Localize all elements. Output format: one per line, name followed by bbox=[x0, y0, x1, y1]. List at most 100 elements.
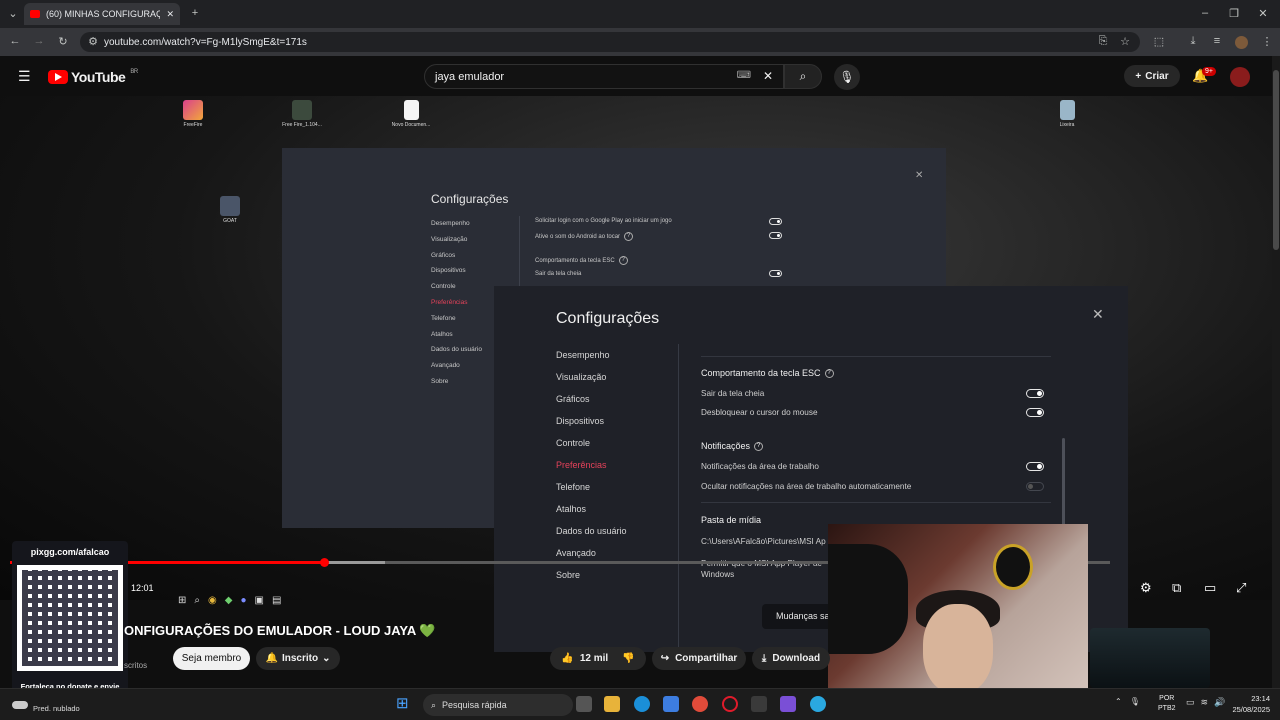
hamburger-menu-icon[interactable]: ☰ bbox=[18, 68, 31, 85]
desktop-icon-document[interactable]: Novo Documen... bbox=[391, 100, 431, 128]
menu-item-dados-usuario[interactable]: Dados do usuário bbox=[431, 346, 482, 362]
menu-item-sobre[interactable]: Sobre bbox=[431, 378, 482, 394]
subscribed-button[interactable]: 🔔 Inscrito ⌄ bbox=[256, 647, 340, 670]
recommended-video-thumbnail[interactable] bbox=[1090, 628, 1210, 688]
toggle-switch[interactable] bbox=[769, 232, 782, 239]
desktop-icon-freefire[interactable]: FreeFire bbox=[173, 100, 213, 128]
menu-item-visualizacao[interactable]: Visualização bbox=[431, 236, 482, 252]
desktop-icon-recycle-bin[interactable]: Lixeira bbox=[1047, 100, 1087, 128]
help-icon[interactable]: ? bbox=[624, 232, 634, 241]
miniplayer-icon[interactable]: ⧉ bbox=[1172, 580, 1181, 596]
tray-overflow-icon[interactable]: ⌃ bbox=[1115, 697, 1122, 706]
chrome-icon[interactable] bbox=[692, 696, 708, 712]
downloads-icon[interactable]: ⤓ bbox=[1186, 35, 1200, 48]
forward-icon[interactable]: → bbox=[32, 35, 46, 47]
toggle-exit-fullscreen[interactable] bbox=[1026, 389, 1044, 398]
desktop-icon-goat[interactable]: GOAT bbox=[210, 196, 250, 224]
toggle-hide-notifications[interactable] bbox=[1026, 482, 1044, 491]
menu-item-desempenho[interactable]: Desempenho bbox=[556, 348, 627, 370]
app-icon[interactable] bbox=[780, 696, 796, 712]
help-icon[interactable]: ? bbox=[618, 256, 628, 265]
menu-item-dispositivos[interactable]: Dispositivos bbox=[431, 267, 482, 283]
create-button[interactable]: + Criar bbox=[1124, 65, 1180, 87]
windows-start-icon[interactable]: ⊞ bbox=[396, 696, 412, 712]
theater-mode-icon[interactable]: ▭ bbox=[1204, 580, 1216, 596]
menu-item-preferencias[interactable]: Preferências bbox=[431, 299, 482, 315]
close-tab-icon[interactable]: ✕ bbox=[166, 9, 174, 20]
install-app-icon[interactable]: ⎘ bbox=[1096, 35, 1110, 48]
close-window-icon[interactable]: ✕ bbox=[1256, 7, 1270, 20]
menu-item-avancado[interactable]: Avançado bbox=[431, 362, 482, 378]
toggle-switch[interactable] bbox=[769, 218, 782, 225]
new-tab-icon[interactable]: + bbox=[188, 7, 202, 19]
app-icon[interactable] bbox=[810, 696, 826, 712]
menu-item-telefone[interactable]: Telefone bbox=[431, 315, 482, 331]
url-input[interactable]: youtube.com/watch?v=Fg-M1lySmgE&t=171s bbox=[80, 32, 1140, 52]
menu-item-avancado[interactable]: Avançado bbox=[556, 546, 627, 568]
extensions-icon[interactable]: ⬚ bbox=[1152, 35, 1166, 48]
toggle-desktop-notifications[interactable] bbox=[1026, 462, 1044, 471]
toggle-unlock-cursor[interactable] bbox=[1026, 408, 1044, 417]
toggle-switch[interactable] bbox=[769, 270, 782, 277]
settings-gear-icon[interactable]: ⚙ bbox=[1140, 580, 1152, 596]
reload-icon[interactable]: ↻ bbox=[56, 35, 70, 48]
share-button[interactable]: ↪ Compartilhar bbox=[652, 647, 746, 670]
help-icon[interactable]: ? bbox=[824, 369, 834, 379]
clear-search-icon[interactable]: ✕ bbox=[763, 69, 773, 83]
media-folder-path[interactable]: C:\Users\AFalcão\Pictures\MSI Ap bbox=[701, 537, 826, 546]
menu-item-desempenho[interactable]: Desempenho bbox=[431, 220, 482, 236]
taskbar-search[interactable]: ⌕ Pesquisa rápida bbox=[423, 694, 573, 716]
youtube-logo[interactable]: YouTube BR bbox=[48, 69, 138, 85]
join-button[interactable]: Seja membro bbox=[173, 647, 250, 670]
menu-item-visualizacao[interactable]: Visualização bbox=[556, 370, 627, 392]
account-avatar[interactable] bbox=[1230, 67, 1250, 87]
menu-item-telefone[interactable]: Telefone bbox=[556, 480, 627, 502]
menu-item-graficos[interactable]: Gráficos bbox=[431, 252, 482, 268]
task-view-icon[interactable] bbox=[576, 696, 592, 712]
fullscreen-icon[interactable]: ⤢ bbox=[1236, 580, 1246, 596]
menu-item-dados-usuario[interactable]: Dados do usuário bbox=[556, 524, 627, 546]
tab-search-icon[interactable]: ⌄ bbox=[6, 7, 20, 20]
site-info-icon[interactable]: ⚙ bbox=[86, 35, 100, 48]
search-button[interactable]: ⌕ bbox=[784, 64, 822, 89]
back-icon[interactable]: ← bbox=[8, 35, 22, 47]
reading-list-icon[interactable]: ≡ bbox=[1210, 35, 1224, 47]
taskbar-clock[interactable]: 23:14 25/08/2025 bbox=[1224, 693, 1270, 715]
edge-icon[interactable] bbox=[634, 696, 650, 712]
dislike-icon[interactable]: 👎 bbox=[622, 653, 634, 664]
restore-icon[interactable]: ❐ bbox=[1227, 7, 1241, 20]
menu-item-sobre[interactable]: Sobre bbox=[556, 568, 627, 590]
scrollbar[interactable] bbox=[1062, 438, 1065, 528]
keyboard-icon[interactable]: ⌨ bbox=[737, 70, 751, 81]
menu-item-dispositivos[interactable]: Dispositivos bbox=[556, 414, 627, 436]
menu-item-graficos[interactable]: Gráficos bbox=[556, 392, 627, 414]
voice-search-button[interactable]: 🎙 bbox=[834, 64, 860, 90]
store-icon[interactable] bbox=[663, 696, 679, 712]
menu-item-preferencias[interactable]: Preferências bbox=[556, 458, 627, 480]
weather-text[interactable]: Pred. nublado bbox=[33, 704, 80, 713]
download-button[interactable]: ⤓ Download bbox=[752, 647, 830, 670]
language-indicator[interactable]: POR PTB2 bbox=[1158, 694, 1176, 714]
browser-menu-icon[interactable]: ⋮ bbox=[1260, 35, 1274, 48]
menu-item-atalhos[interactable]: Atalhos bbox=[431, 331, 482, 347]
wifi-icon[interactable]: ≋ bbox=[1201, 697, 1209, 708]
opera-icon[interactable] bbox=[722, 696, 738, 712]
like-count[interactable]: 12 mil bbox=[580, 653, 608, 664]
menu-item-controle[interactable]: Controle bbox=[556, 436, 627, 458]
profile-avatar-icon[interactable] bbox=[1235, 36, 1248, 49]
microphone-icon[interactable]: 🎙 bbox=[1130, 697, 1140, 706]
network-icon[interactable]: ▭ bbox=[1186, 697, 1195, 708]
bookmark-star-icon[interactable]: ☆ bbox=[1118, 35, 1132, 48]
close-icon[interactable]: ✕ bbox=[1092, 306, 1104, 323]
help-icon[interactable]: ? bbox=[754, 442, 764, 452]
menu-item-atalhos[interactable]: Atalhos bbox=[556, 502, 627, 524]
progress-scrubber[interactable] bbox=[319, 558, 329, 567]
like-icon[interactable]: 👍 bbox=[561, 653, 573, 664]
file-explorer-icon[interactable] bbox=[604, 696, 620, 712]
search-input[interactable]: jaya emulador ⌨ ✕ bbox=[424, 64, 784, 89]
browser-tab[interactable]: (60) MINHAS CONFIGURAÇÕES ✕ bbox=[24, 3, 180, 25]
page-scrollbar-thumb[interactable] bbox=[1273, 70, 1279, 250]
app-icon[interactable] bbox=[751, 696, 767, 712]
minimize-icon[interactable]: – bbox=[1198, 7, 1212, 19]
menu-item-controle[interactable]: Controle bbox=[431, 283, 482, 299]
